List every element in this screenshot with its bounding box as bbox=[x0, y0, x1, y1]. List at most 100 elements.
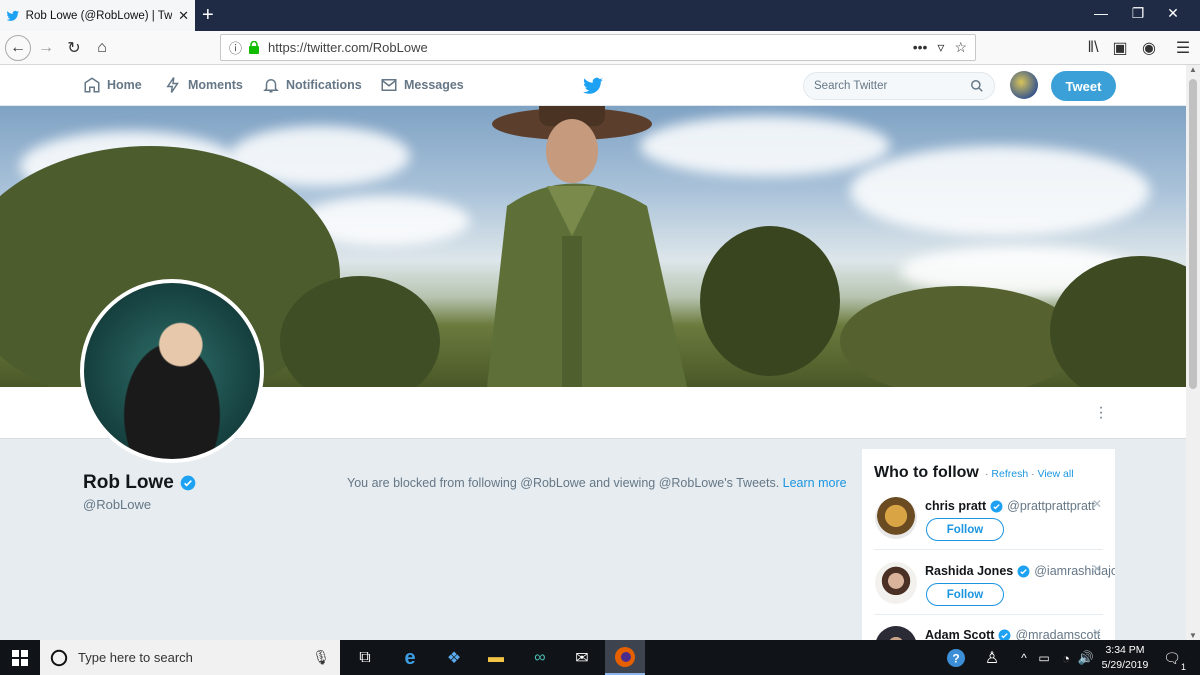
tweet-button[interactable]: Tweet bbox=[1051, 71, 1116, 101]
account-icon[interactable]: ◉ bbox=[1136, 35, 1162, 61]
reload-icon[interactable]: ↻ bbox=[61, 35, 87, 61]
suggested-user-handle: @mradamscott bbox=[1015, 628, 1101, 640]
dismiss-icon[interactable]: ✕ bbox=[1092, 562, 1102, 576]
suggested-user-name[interactable]: Rashida Jones @iamrashidajones bbox=[925, 564, 1115, 578]
scroll-down-icon[interactable]: ▼ bbox=[1189, 631, 1197, 640]
url-bar[interactable]: ⓘ https://twitter.com/RobLowe ••• ▿ ☆ bbox=[220, 34, 976, 61]
dismiss-icon[interactable]: ✕ bbox=[1092, 626, 1102, 640]
nav-home[interactable]: Home bbox=[83, 76, 142, 94]
search-input[interactable]: Search Twitter bbox=[803, 72, 995, 100]
follow-button[interactable]: Follow bbox=[926, 583, 1004, 606]
dismiss-icon[interactable]: ✕ bbox=[1092, 497, 1102, 511]
suggested-user-display-name: chris pratt bbox=[925, 499, 987, 513]
follow-button[interactable]: Follow bbox=[926, 518, 1004, 541]
file-explorer-icon[interactable]: ▬ bbox=[484, 646, 508, 670]
divider bbox=[874, 549, 1103, 550]
suggested-user-name[interactable]: Adam Scott @mradamscott bbox=[925, 628, 1100, 640]
refresh-link[interactable]: Refresh bbox=[991, 468, 1028, 480]
restore-icon[interactable]: ❐ bbox=[1128, 5, 1148, 22]
user-avatar[interactable] bbox=[1010, 71, 1038, 99]
minimize-icon[interactable]: — bbox=[1091, 5, 1111, 21]
mail-icon[interactable]: ✉ bbox=[570, 646, 594, 670]
nav-moments-label: Moments bbox=[188, 78, 243, 92]
forward-icon[interactable]: → bbox=[33, 35, 59, 61]
taskbar-search-input[interactable]: Type here to search 🎙 bbox=[40, 640, 340, 675]
suggested-user-name[interactable]: chris pratt @prattprattpratt bbox=[925, 499, 1095, 513]
notification-count: 1 bbox=[1180, 662, 1186, 672]
suggested-user-avatar[interactable] bbox=[875, 497, 917, 539]
url-text: https://twitter.com/RobLowe bbox=[268, 40, 428, 55]
microphone-icon[interactable]: 🎙 bbox=[312, 649, 330, 666]
infinity-app-icon[interactable]: ∞ bbox=[528, 646, 552, 670]
close-tab-icon[interactable]: ✕ bbox=[178, 8, 189, 24]
suggested-user-display-name: Adam Scott bbox=[925, 628, 995, 640]
search-icon[interactable] bbox=[970, 79, 984, 93]
suggested-user-display-name: Rashida Jones bbox=[925, 564, 1014, 578]
twitter-top-nav: Home Moments Notifications Messages Sear… bbox=[0, 65, 1186, 106]
separator: · bbox=[985, 468, 989, 480]
bookmark-star-icon[interactable]: ☆ bbox=[954, 39, 967, 56]
list-item: chris pratt @prattprattpratt ✕ Follow bbox=[874, 497, 1102, 555]
envelope-icon bbox=[381, 79, 397, 91]
action-center-icon[interactable]: 🗨 1 bbox=[1160, 646, 1186, 673]
nav-notifications[interactable]: Notifications bbox=[262, 76, 362, 94]
edge-browser-icon[interactable]: e bbox=[398, 646, 422, 670]
close-window-icon[interactable]: ✕ bbox=[1163, 5, 1183, 22]
dropbox-icon[interactable]: ❖ bbox=[442, 646, 466, 670]
profile-avatar[interactable] bbox=[80, 279, 264, 463]
learn-more-link[interactable]: Learn more bbox=[783, 476, 847, 490]
taskbar-firefox-active[interactable] bbox=[605, 640, 645, 675]
divider bbox=[874, 614, 1103, 615]
sidebar-icon[interactable]: ▣ bbox=[1107, 35, 1133, 61]
task-view-icon[interactable]: ⧉ bbox=[353, 646, 377, 670]
clock[interactable]: 3:34 PM 5/29/2019 bbox=[1100, 643, 1150, 673]
browser-navigation-bar: ← → ↻ ⌂ ⓘ https://twitter.com/RobLowe ••… bbox=[0, 31, 1200, 65]
suggested-user-avatar[interactable] bbox=[875, 562, 917, 604]
bell-icon bbox=[263, 79, 279, 93]
banner-person bbox=[487, 106, 687, 387]
twitter-bird-icon[interactable] bbox=[582, 77, 604, 95]
taskbar-search-placeholder: Type here to search bbox=[78, 650, 193, 665]
home-icon[interactable]: ⌂ bbox=[89, 35, 115, 61]
view-all-link[interactable]: View all bbox=[1038, 468, 1074, 480]
help-icon[interactable]: ? bbox=[944, 646, 968, 670]
profile-name-text: Rob Lowe bbox=[83, 472, 174, 493]
blocked-message: You are blocked from following @RobLowe … bbox=[347, 476, 847, 490]
info-icon[interactable]: ⓘ bbox=[229, 38, 242, 57]
menu-icon[interactable]: ☰ bbox=[1170, 35, 1196, 61]
back-icon[interactable]: ← bbox=[5, 35, 31, 61]
who-to-follow-links: · Refresh · View all bbox=[985, 468, 1074, 480]
new-tab-icon[interactable]: + bbox=[202, 3, 214, 27]
clock-date: 5/29/2019 bbox=[1101, 659, 1149, 671]
page-actions-icon[interactable]: ••• bbox=[913, 39, 928, 56]
nav-home-label: Home bbox=[107, 78, 142, 92]
list-item: Adam Scott @mradamscott ✕ bbox=[874, 626, 1102, 640]
library-icon[interactable]: ‖\ bbox=[1080, 35, 1106, 61]
windows-taskbar: Type here to search 🎙 ⧉ e ❖ ▬ ∞ ✉ ? ♙ ^ … bbox=[0, 640, 1200, 675]
nav-messages[interactable]: Messages bbox=[380, 76, 464, 94]
suggested-user-handle: @iamrashidajones bbox=[1034, 564, 1115, 578]
verified-badge-icon bbox=[998, 629, 1011, 640]
profile-name: Rob Lowe bbox=[83, 472, 196, 494]
page-scrollbar[interactable]: ▲ ▼ bbox=[1186, 65, 1200, 640]
lock-icon bbox=[249, 41, 260, 54]
nav-messages-label: Messages bbox=[404, 78, 464, 92]
verified-badge-icon bbox=[990, 500, 1003, 512]
tab-title: Rob Lowe (@RobLowe) | Twitter bbox=[25, 9, 173, 22]
separator: · bbox=[1031, 468, 1035, 480]
pocket-icon[interactable]: ▿ bbox=[937, 39, 944, 56]
search-placeholder: Search Twitter bbox=[814, 80, 888, 92]
battery-icon[interactable]: ▭ bbox=[1032, 646, 1056, 670]
lightning-icon bbox=[166, 77, 179, 93]
suggested-user-avatar[interactable] bbox=[875, 626, 917, 640]
people-icon[interactable]: ♙ bbox=[980, 646, 1004, 670]
windows-start-icon[interactable] bbox=[8, 646, 32, 670]
more-options-icon[interactable]: · · · bbox=[1096, 400, 1106, 426]
nav-moments[interactable]: Moments bbox=[164, 76, 243, 94]
scrollbar-thumb[interactable] bbox=[1189, 79, 1197, 389]
browser-tab[interactable]: Rob Lowe (@RobLowe) | Twitter ✕ bbox=[0, 0, 195, 31]
list-item: Rashida Jones @iamrashidajones ✕ Follow bbox=[874, 562, 1115, 620]
volume-icon[interactable]: 🔊 bbox=[1074, 646, 1098, 670]
who-to-follow-title: Who to follow bbox=[874, 464, 979, 481]
scroll-up-icon[interactable]: ▲ bbox=[1189, 65, 1197, 74]
